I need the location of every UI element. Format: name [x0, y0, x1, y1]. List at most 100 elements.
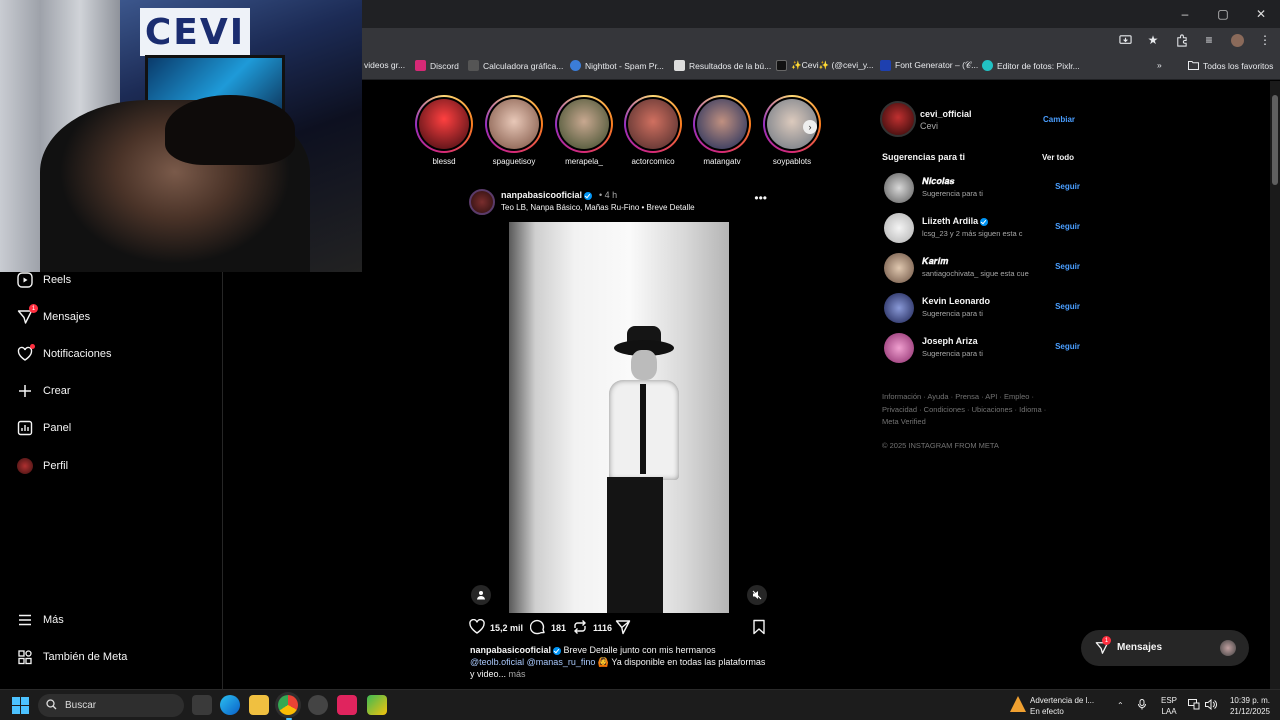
see-all-link[interactable]: Ver todo [1042, 153, 1074, 162]
tray-chevron-icon[interactable]: ⌃ [1117, 700, 1124, 711]
stories-next-button[interactable]: › [803, 120, 817, 134]
all-bookmarks-button[interactable]: Todos los favoritos [1188, 60, 1273, 72]
bookmark-item[interactable]: Resultados de la bú... [674, 60, 771, 71]
suggestion-avatar[interactable] [884, 293, 914, 323]
story-ring [415, 95, 473, 153]
obs-icon[interactable] [308, 695, 328, 715]
sidebar-item-reels[interactable]: Reels [16, 271, 71, 288]
suggestion-avatar[interactable] [884, 213, 914, 243]
story-item[interactable]: actorcomico [623, 95, 683, 166]
footer-line[interactable]: Meta Verified [882, 416, 1062, 429]
close-button[interactable]: ✕ [1242, 0, 1280, 28]
page-scrollbar[interactable] [1270, 81, 1280, 689]
bookmark-item[interactable]: Calculadora gráfica... [468, 60, 563, 71]
follow-button[interactable]: Seguir [1055, 262, 1080, 271]
weather-alert[interactable]: Advertencia de l... En efecto [1030, 695, 1094, 717]
chrome-icon[interactable] [278, 695, 298, 715]
footer-line[interactable]: Privacidad · Condiciones · Ubicaciones ·… [882, 404, 1062, 417]
suggestion-avatar[interactable] [884, 173, 914, 203]
account-avatar[interactable] [880, 101, 916, 137]
network-icon[interactable] [1188, 699, 1200, 713]
sidebar-item-dashboard[interactable]: Panel [16, 419, 71, 436]
sidebar-item-more[interactable]: Más [16, 611, 64, 628]
extensions-icon[interactable] [1174, 33, 1188, 47]
sidebar-item-messages[interactable]: 1 Mensajes [16, 304, 90, 325]
taskbar-search[interactable]: Buscar [38, 694, 184, 717]
footer-line[interactable]: Información · Ayuda · Prensa · API · Emp… [882, 391, 1062, 404]
caption-mentions[interactable]: @teolb.oficial @manas_ru_fino [470, 657, 595, 667]
sidebar-item-also-from-meta[interactable]: También de Meta [16, 648, 127, 665]
suggestion-item: Joseph Ariza Sugerencia para ti Seguir [884, 333, 1080, 365]
file-explorer-icon[interactable] [249, 695, 269, 715]
repost-button[interactable]: 1116 [572, 619, 612, 637]
clock[interactable]: 10:39 p. m. 21/12/2025 [1226, 695, 1270, 717]
follow-button[interactable]: Seguir [1055, 302, 1080, 311]
story-item[interactable]: blessd [414, 95, 474, 166]
like-button[interactable]: 15,2 mil [469, 618, 523, 636]
reading-list-icon[interactable]: ≡ [1202, 33, 1216, 47]
follow-button[interactable]: Seguir [1055, 222, 1080, 231]
tiktok-app-icon[interactable] [337, 695, 357, 715]
sidebar-item-notifications[interactable]: Notificaciones [16, 344, 111, 362]
suggestion-name[interactable]: Liizeth Ardila [922, 216, 989, 226]
more-options-icon[interactable]: ••• [754, 191, 767, 205]
suggestion-avatar[interactable] [884, 333, 914, 363]
messages-floating-button[interactable]: 1 Mensajes [1081, 630, 1249, 666]
suggestion-name[interactable]: 𝑲𝒂𝒓𝒊𝒎 [922, 256, 948, 267]
tagged-users-icon[interactable] [471, 585, 491, 605]
sidebar-item-create[interactable]: Crear [16, 382, 71, 399]
edge-icon[interactable] [220, 695, 240, 715]
suggestion-name[interactable]: Kevin Leonardo [922, 296, 990, 306]
follow-button[interactable]: Seguir [1055, 182, 1080, 191]
story-item[interactable]: matangatv [692, 95, 752, 166]
bookmark-label: Font Generator – (𝒞... [895, 60, 979, 70]
suggestion-name[interactable]: Joseph Ariza [922, 336, 978, 346]
windows-start-icon[interactable] [12, 697, 29, 719]
post-audio-subtitle[interactable]: Teo LB, Nanpa Básico, Mañas Ru-Fino • Br… [501, 203, 695, 212]
bookmark-star-icon[interactable]: ★ [1146, 33, 1160, 47]
bookmark-item[interactable]: ✨Cevi✨ (@cevi_y... [776, 60, 874, 71]
switch-account-button[interactable]: Cambiar [1043, 115, 1075, 124]
post-media[interactable] [463, 222, 775, 613]
bluestacks-icon[interactable] [367, 695, 387, 715]
footer-links[interactable]: Información · Ayuda · Prensa · API · Emp… [882, 391, 1062, 429]
suggestion-avatar[interactable] [884, 253, 914, 283]
caption-username[interactable]: nanpabasicooficial [470, 645, 551, 655]
share-button[interactable] [615, 619, 631, 637]
volume-icon[interactable] [1205, 698, 1217, 713]
task-view-icon[interactable] [192, 695, 212, 715]
bookmark-item[interactable]: Nightbot - Spam Pr... [570, 60, 664, 71]
story-item[interactable]: merapela_ [554, 95, 614, 166]
suggestion-name[interactable]: 𝑵𝒊𝒄𝒐𝒍𝒂𝒔 [922, 176, 954, 187]
story-username: spaguetisoy [492, 157, 536, 166]
bookmarks-overflow-button[interactable]: » [1157, 60, 1162, 70]
bookmark-item[interactable]: Discord [415, 60, 459, 71]
account-username[interactable]: cevi_official [920, 109, 972, 119]
bookmark-label: ✨Cevi✨ (@cevi_y... [791, 60, 874, 70]
story-username: blessd [432, 157, 456, 166]
post-username[interactable]: nanpabasicooficial [501, 190, 593, 200]
story-item[interactable]: spaguetisoy [484, 95, 544, 166]
bookmark-item[interactable]: videos gr... [364, 60, 405, 70]
save-button[interactable] [752, 619, 766, 637]
profile-avatar-icon[interactable] [1230, 33, 1244, 47]
sidebar-item-profile[interactable]: Perfil [16, 457, 68, 474]
sidebar-item-label: También de Meta [43, 650, 128, 663]
maximize-button[interactable]: ▢ [1204, 0, 1242, 28]
post-avatar[interactable] [469, 189, 495, 215]
microphone-icon[interactable] [1138, 699, 1146, 713]
toolbar-icons: ★ ≡ ⋮ [1118, 33, 1272, 47]
clock-date: 21/12/2025 [1229, 707, 1270, 716]
caption-more-link[interactable]: más [509, 669, 526, 679]
follow-button[interactable]: Seguir [1055, 342, 1080, 351]
copyright: © 2025 INSTAGRAM FROM META [882, 441, 999, 450]
language-indicator[interactable]: ESP LAA [1161, 695, 1177, 717]
mute-icon[interactable] [747, 585, 767, 605]
scroll-thumb[interactable] [1272, 95, 1278, 185]
minimize-button[interactable]: – [1166, 0, 1204, 28]
bookmark-item[interactable]: Editor de fotos: Pixlr... [982, 60, 1080, 71]
bookmark-item[interactable]: Font Generator – (𝒞... [880, 60, 978, 71]
install-app-icon[interactable] [1118, 33, 1132, 47]
browser-menu-icon[interactable]: ⋮ [1258, 33, 1272, 47]
comment-button[interactable]: 181 [529, 619, 566, 637]
